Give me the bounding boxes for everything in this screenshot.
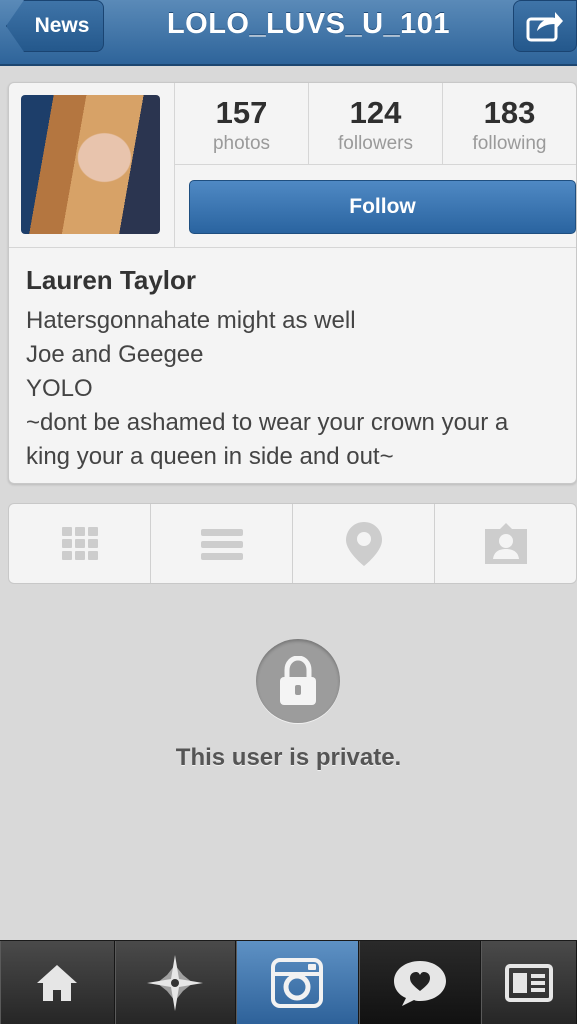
bio-line: ~dont be ashamed to wear your crown your… <box>26 409 509 436</box>
camera-icon <box>271 957 323 1008</box>
view-tabs <box>8 503 577 584</box>
stat-photos-label: photos <box>212 133 271 154</box>
lock-icon <box>280 656 316 705</box>
tab-map[interactable] <box>293 504 435 583</box>
share-icon <box>526 12 563 42</box>
explore-icon <box>147 954 203 1011</box>
profile-card-icon <box>504 963 553 1002</box>
avatar[interactable] <box>21 95 160 234</box>
bottom-tab-bar <box>0 940 577 1024</box>
stat-photos-count: 157 <box>215 95 268 130</box>
avatar-container <box>9 83 175 247</box>
bottom-tab-activity[interactable] <box>359 941 481 1024</box>
grid-icon <box>61 526 98 560</box>
private-message: This user is private. <box>175 744 402 771</box>
list-icon <box>200 528 243 560</box>
stat-followers[interactable]: 124 followers <box>309 83 443 165</box>
bottom-tab-profile[interactable] <box>481 941 577 1024</box>
profile-stats: 157 photos 124 followers 183 following <box>175 83 576 165</box>
profile-name: Lauren Taylor <box>26 265 197 295</box>
home-icon <box>37 964 77 1001</box>
share-button[interactable] <box>513 0 577 52</box>
back-button[interactable]: News <box>6 0 104 52</box>
bio-line: YOLO <box>26 375 93 402</box>
follow-button[interactable]: Follow <box>189 180 576 234</box>
tagged-person-icon <box>484 522 527 564</box>
page-title: LOLO_LUVS_U_101 <box>166 8 451 40</box>
bio-line: Joe and Geegee <box>26 341 204 368</box>
back-button-label: News <box>34 14 90 37</box>
profile-bio: Hatersgonnahate might as well Joe and Ge… <box>26 304 571 474</box>
tab-grid[interactable] <box>9 504 151 583</box>
private-lock-badge <box>256 639 340 723</box>
profile-card: 157 photos 124 followers 183 following F… <box>8 82 577 484</box>
bottom-tab-explore[interactable] <box>115 941 236 1024</box>
activity-heart-icon <box>393 960 446 1006</box>
bottom-tab-home[interactable] <box>0 941 115 1024</box>
stat-following-count: 183 <box>483 95 536 130</box>
tab-list[interactable] <box>151 504 293 583</box>
bio-line: Hatersgonnahate might as well <box>26 307 356 334</box>
bottom-tab-camera[interactable] <box>236 941 359 1024</box>
stat-followers-count: 124 <box>349 95 402 130</box>
location-pin-icon <box>345 521 382 566</box>
stat-photos[interactable]: 157 photos <box>175 83 309 165</box>
stat-following-label: following <box>472 133 547 154</box>
bio-divider <box>9 247 576 248</box>
tab-tagged[interactable] <box>435 504 576 583</box>
stat-following[interactable]: 183 following <box>443 83 576 165</box>
bio-line: king your a queen in side and out~ <box>26 443 394 470</box>
top-navbar: News LOLO_LUVS_U_101 <box>0 0 577 66</box>
stat-followers-label: followers <box>338 133 413 154</box>
